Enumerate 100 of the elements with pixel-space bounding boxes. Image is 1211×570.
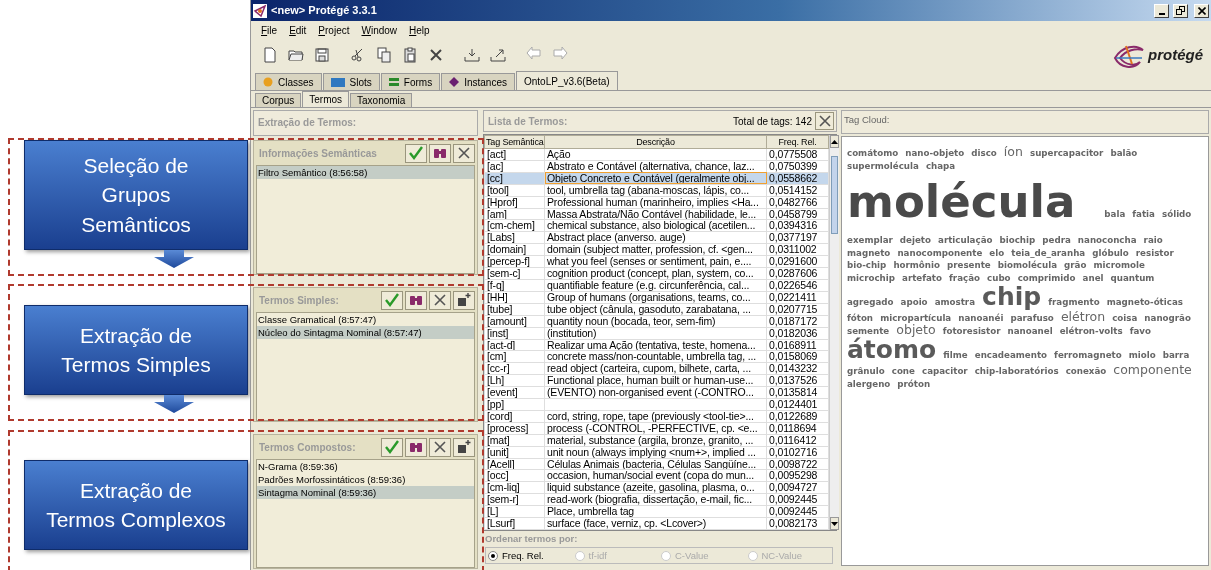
new-document-icon[interactable] xyxy=(262,47,278,63)
find-button[interactable] xyxy=(429,143,451,163)
column-header[interactable]: Freq. Rel. xyxy=(766,135,829,149)
check-button[interactable] xyxy=(381,290,403,310)
cloud-tag[interactable]: comátomo xyxy=(847,149,899,159)
cloud-tag[interactable]: supermolécula xyxy=(847,161,919,172)
cloud-tag[interactable]: fragmento xyxy=(1048,297,1100,308)
cloud-tag[interactable]: barra xyxy=(1162,351,1190,361)
cloud-tag[interactable]: molécula xyxy=(847,171,1076,234)
cloud-tag[interactable]: agregado xyxy=(847,297,894,308)
cloud-tag[interactable]: próton xyxy=(897,379,931,390)
list-item[interactable]: Filtro Semântico (8:56:58) xyxy=(257,166,474,179)
cloud-tag[interactable]: magneto xyxy=(847,248,891,259)
close-button[interactable] xyxy=(429,437,451,457)
cloud-tag[interactable]: capacitor xyxy=(922,367,968,377)
copy-icon[interactable] xyxy=(376,47,392,63)
cloud-tag[interactable]: articulação xyxy=(938,236,993,246)
cloud-tag[interactable]: nano-objeto xyxy=(905,149,965,159)
scrollbar-thumb[interactable] xyxy=(831,156,838,234)
cloud-tag[interactable]: microchip xyxy=(847,274,895,284)
cloud-tag[interactable]: nanoanel xyxy=(1007,327,1053,337)
close-button[interactable] xyxy=(429,290,451,310)
cloud-tag[interactable]: conexão xyxy=(1065,367,1107,377)
cloud-tag[interactable]: nanogrão xyxy=(1144,313,1191,324)
cloud-tag[interactable]: objeto xyxy=(896,323,936,338)
cloud-tag[interactable]: chip-laboratórios xyxy=(974,367,1059,377)
cloud-tag[interactable]: artefato xyxy=(902,274,942,284)
cloud-tag[interactable]: fóton xyxy=(847,313,874,324)
add-button[interactable] xyxy=(453,437,475,457)
folder-icon[interactable] xyxy=(288,47,304,63)
cloud-tag[interactable]: presente xyxy=(947,261,991,271)
cloud-tag[interactable]: nanoconcha xyxy=(1077,236,1137,246)
close-button[interactable] xyxy=(453,143,475,163)
cloud-tag[interactable]: apoio xyxy=(900,297,928,308)
cloud-tag[interactable]: biochip xyxy=(999,236,1036,246)
menu-item[interactable]: Window xyxy=(355,22,404,38)
cloud-tag[interactable]: parafuso xyxy=(1010,313,1054,324)
cloud-tag[interactable]: ferromagneto xyxy=(1054,351,1122,361)
cloud-tag[interactable]: disco xyxy=(971,149,997,159)
cloud-tag[interactable]: miolo xyxy=(1128,351,1156,361)
cloud-tag[interactable]: glóbulo xyxy=(1092,248,1129,259)
scroll-down-button[interactable] xyxy=(830,517,839,530)
cloud-tag[interactable]: coisa xyxy=(1112,313,1138,324)
cloud-tag[interactable]: chapa xyxy=(925,161,956,172)
tab[interactable]: Instances xyxy=(441,73,515,90)
cloud-tag[interactable]: biomolécula xyxy=(997,261,1058,271)
cloud-tag[interactable]: quantum xyxy=(1110,274,1155,284)
cloud-tag[interactable]: fotoresistor xyxy=(942,327,1001,337)
tab[interactable]: Taxonomia xyxy=(350,93,413,107)
cloud-tag[interactable]: pedra xyxy=(1042,236,1071,246)
cloud-tag[interactable]: magneto-óticas xyxy=(1106,297,1183,308)
check-button[interactable] xyxy=(381,437,403,457)
minimize-button[interactable] xyxy=(1154,3,1169,18)
check-button[interactable] xyxy=(405,143,427,163)
tray-up-icon[interactable] xyxy=(490,47,506,63)
cloud-tag[interactable]: fatia xyxy=(1132,210,1155,220)
cloud-tag[interactable]: elo xyxy=(989,248,1005,259)
find-button[interactable] xyxy=(405,290,427,310)
cloud-tag[interactable]: nanocomponente xyxy=(897,248,983,259)
restore-button[interactable] xyxy=(1173,3,1188,18)
tab[interactable]: Corpus xyxy=(255,93,302,107)
scroll-up-button[interactable] xyxy=(830,135,839,148)
cloud-tag[interactable]: filme xyxy=(943,351,968,361)
cloud-tag[interactable]: sólido xyxy=(1162,210,1192,220)
column-header[interactable]: Tag Semântica xyxy=(484,135,545,149)
cloud-tag[interactable]: teia_de_aranha xyxy=(1011,248,1086,259)
cloud-tag[interactable]: supercapacitor xyxy=(1029,149,1104,159)
cloud-tag[interactable]: elétron xyxy=(1060,309,1106,324)
cloud-tag[interactable]: raio xyxy=(1143,236,1163,246)
list-item[interactable]: Classe Gramatical (8:57:47) xyxy=(257,313,474,326)
tray-down-icon[interactable] xyxy=(464,47,480,63)
cloud-tag[interactable]: nanoanéi xyxy=(958,313,1004,324)
list-item[interactable]: Núcleo do Sintagma Nominal (8:57:47) xyxy=(257,326,474,339)
menu-item[interactable]: Edit xyxy=(283,22,313,38)
cloud-tag[interactable]: semente xyxy=(847,327,890,337)
cloud-tag[interactable]: cubo xyxy=(987,274,1011,284)
cloud-tag[interactable]: encadeamento xyxy=(974,351,1048,361)
find-button[interactable] xyxy=(405,437,427,457)
column-header[interactable]: Descrição xyxy=(544,135,767,149)
cloud-tag[interactable]: balão xyxy=(1110,149,1138,159)
close-button[interactable] xyxy=(815,112,834,130)
clipboard-icon[interactable] xyxy=(402,47,418,63)
tab[interactable]: OntoLP_v3.6(Beta) xyxy=(515,71,618,90)
tab[interactable]: Classes xyxy=(255,73,322,90)
cloud-tag[interactable]: cone xyxy=(891,367,915,377)
list-item[interactable]: N-Grama (8:59:36) xyxy=(257,460,474,473)
add-button[interactable] xyxy=(453,290,475,310)
cloud-tag[interactable]: amostra xyxy=(934,297,975,308)
cloud-tag[interactable]: grânulo xyxy=(847,367,885,377)
cloud-tag[interactable]: bala xyxy=(1104,210,1126,220)
cloud-tag[interactable]: grão xyxy=(1064,261,1087,271)
cloud-tag[interactable]: anel xyxy=(1082,274,1104,284)
cloud-tag[interactable]: hormônio xyxy=(893,261,940,271)
cloud-tag[interactable]: elétron-volts xyxy=(1059,327,1123,337)
list-item[interactable]: Sintagma Nominal (8:59:36) xyxy=(257,486,474,499)
table-row[interactable]: [act-d] Realizar uma Ação (tentativa, teste, homena... 0,0168911 xyxy=(484,339,829,351)
menu-item[interactable]: File xyxy=(255,22,284,38)
cloud-tag[interactable]: bio-chip xyxy=(847,261,887,271)
cloud-tag[interactable]: chip xyxy=(982,283,1042,310)
menu-item[interactable]: Project xyxy=(312,22,356,38)
